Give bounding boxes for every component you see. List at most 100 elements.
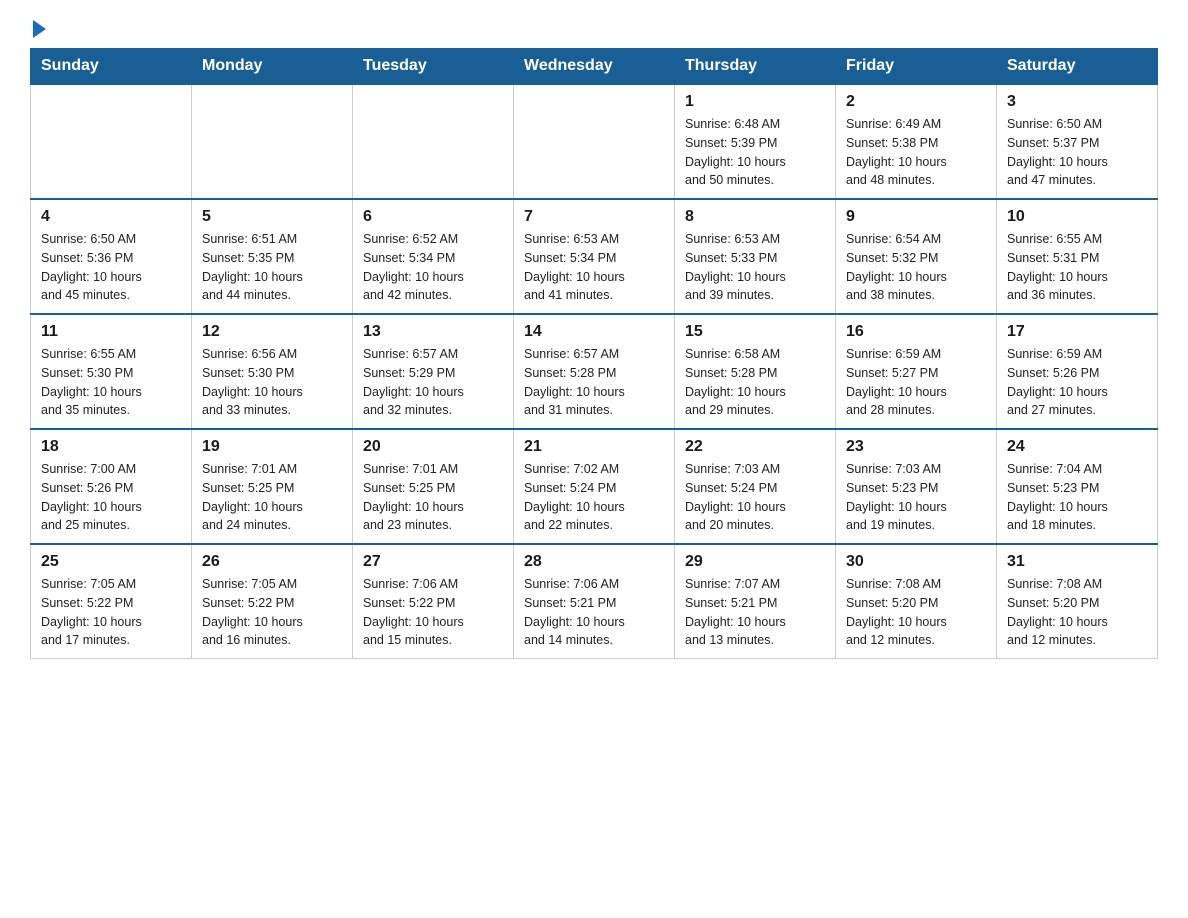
day-number: 12 <box>202 323 342 341</box>
calendar-cell: 21 Sunrise: 7:02 AM Sunset: 5:24 PM Dayli… <box>514 429 675 544</box>
day-number: 11 <box>41 323 181 341</box>
day-info: Sunrise: 7:01 AM Sunset: 5:25 PM Dayligh… <box>202 460 342 535</box>
day-info: Sunrise: 6:57 AM Sunset: 5:29 PM Dayligh… <box>363 345 503 420</box>
day-info: Sunrise: 6:57 AM Sunset: 5:28 PM Dayligh… <box>524 345 664 420</box>
day-number: 22 <box>685 438 825 456</box>
calendar-cell: 12 Sunrise: 6:56 AM Sunset: 5:30 PM Dayli… <box>192 314 353 429</box>
calendar-cell <box>353 84 514 199</box>
calendar-cell: 19 Sunrise: 7:01 AM Sunset: 5:25 PM Dayli… <box>192 429 353 544</box>
calendar-cell: 11 Sunrise: 6:55 AM Sunset: 5:30 PM Dayli… <box>31 314 192 429</box>
week-row-1: 1Sunrise: 6:48 AM Sunset: 5:39 PM Daylig… <box>31 84 1158 199</box>
day-number: 4 <box>41 208 181 226</box>
day-number: 14 <box>524 323 664 341</box>
day-number: 30 <box>846 553 986 571</box>
page-header <box>30 20 1158 38</box>
calendar-cell: 27 Sunrise: 7:06 AM Sunset: 5:22 PM Dayli… <box>353 544 514 659</box>
day-info: Sunrise: 6:51 AM Sunset: 5:35 PM Dayligh… <box>202 230 342 305</box>
day-info: Sunrise: 6:50 AM Sunset: 5:36 PM Dayligh… <box>41 230 181 305</box>
calendar-cell <box>514 84 675 199</box>
weekday-header-friday: Friday <box>836 49 997 85</box>
calendar-cell: 8 Sunrise: 6:53 AM Sunset: 5:33 PM Daylig… <box>675 199 836 314</box>
day-info: Sunrise: 6:49 AM Sunset: 5:38 PM Dayligh… <box>846 115 986 190</box>
day-number: 5 <box>202 208 342 226</box>
logo-triangle-icon <box>33 20 46 38</box>
calendar-cell: 5 Sunrise: 6:51 AM Sunset: 5:35 PM Daylig… <box>192 199 353 314</box>
week-row-2: 4 Sunrise: 6:50 AM Sunset: 5:36 PM Daylig… <box>31 199 1158 314</box>
day-info: Sunrise: 7:05 AM Sunset: 5:22 PM Dayligh… <box>202 575 342 650</box>
day-number: 20 <box>363 438 503 456</box>
weekday-header-tuesday: Tuesday <box>353 49 514 85</box>
day-number: 29 <box>685 553 825 571</box>
day-number: 21 <box>524 438 664 456</box>
weekday-header-wednesday: Wednesday <box>514 49 675 85</box>
day-info: Sunrise: 6:59 AM Sunset: 5:27 PM Dayligh… <box>846 345 986 420</box>
day-number: 18 <box>41 438 181 456</box>
calendar-cell: 16 Sunrise: 6:59 AM Sunset: 5:27 PM Dayli… <box>836 314 997 429</box>
day-info: Sunrise: 6:55 AM Sunset: 5:30 PM Dayligh… <box>41 345 181 420</box>
day-info: Sunrise: 6:50 AM Sunset: 5:37 PM Dayligh… <box>1007 115 1147 190</box>
day-number: 27 <box>363 553 503 571</box>
weekday-header-thursday: Thursday <box>675 49 836 85</box>
day-info: Sunrise: 6:59 AM Sunset: 5:26 PM Dayligh… <box>1007 345 1147 420</box>
calendar-cell: 29 Sunrise: 7:07 AM Sunset: 5:21 PM Dayli… <box>675 544 836 659</box>
calendar-cell: 23 Sunrise: 7:03 AM Sunset: 5:23 PM Dayli… <box>836 429 997 544</box>
day-number: 28 <box>524 553 664 571</box>
day-info: Sunrise: 6:55 AM Sunset: 5:31 PM Dayligh… <box>1007 230 1147 305</box>
day-number: 25 <box>41 553 181 571</box>
day-info: Sunrise: 7:03 AM Sunset: 5:23 PM Dayligh… <box>846 460 986 535</box>
calendar-cell: 3Sunrise: 6:50 AM Sunset: 5:37 PM Daylig… <box>997 84 1158 199</box>
day-info: Sunrise: 7:05 AM Sunset: 5:22 PM Dayligh… <box>41 575 181 650</box>
calendar-cell: 4 Sunrise: 6:50 AM Sunset: 5:36 PM Daylig… <box>31 199 192 314</box>
day-info: Sunrise: 6:54 AM Sunset: 5:32 PM Dayligh… <box>846 230 986 305</box>
day-info: Sunrise: 6:56 AM Sunset: 5:30 PM Dayligh… <box>202 345 342 420</box>
calendar-cell: 18 Sunrise: 7:00 AM Sunset: 5:26 PM Dayli… <box>31 429 192 544</box>
calendar-cell: 10Sunrise: 6:55 AM Sunset: 5:31 PM Dayli… <box>997 199 1158 314</box>
day-info: Sunrise: 7:04 AM Sunset: 5:23 PM Dayligh… <box>1007 460 1147 535</box>
calendar-cell: 24 Sunrise: 7:04 AM Sunset: 5:23 PM Dayli… <box>997 429 1158 544</box>
day-number: 8 <box>685 208 825 226</box>
calendar-cell: 25 Sunrise: 7:05 AM Sunset: 5:22 PM Dayli… <box>31 544 192 659</box>
calendar-cell: 6 Sunrise: 6:52 AM Sunset: 5:34 PM Daylig… <box>353 199 514 314</box>
day-info: Sunrise: 7:06 AM Sunset: 5:21 PM Dayligh… <box>524 575 664 650</box>
day-info: Sunrise: 6:53 AM Sunset: 5:34 PM Dayligh… <box>524 230 664 305</box>
week-row-4: 18 Sunrise: 7:00 AM Sunset: 5:26 PM Dayli… <box>31 429 1158 544</box>
calendar-cell: 22 Sunrise: 7:03 AM Sunset: 5:24 PM Dayli… <box>675 429 836 544</box>
day-info: Sunrise: 7:02 AM Sunset: 5:24 PM Dayligh… <box>524 460 664 535</box>
day-info: Sunrise: 7:06 AM Sunset: 5:22 PM Dayligh… <box>363 575 503 650</box>
calendar-cell: 30Sunrise: 7:08 AM Sunset: 5:20 PM Dayli… <box>836 544 997 659</box>
day-number: 7 <box>524 208 664 226</box>
day-number: 9 <box>846 208 986 226</box>
calendar-header-row: SundayMondayTuesdayWednesdayThursdayFrid… <box>31 49 1158 85</box>
week-row-3: 11 Sunrise: 6:55 AM Sunset: 5:30 PM Dayli… <box>31 314 1158 429</box>
day-info: Sunrise: 7:07 AM Sunset: 5:21 PM Dayligh… <box>685 575 825 650</box>
logo <box>30 20 46 38</box>
day-number: 2 <box>846 93 986 111</box>
calendar-cell: 1Sunrise: 6:48 AM Sunset: 5:39 PM Daylig… <box>675 84 836 199</box>
calendar-cell: 20 Sunrise: 7:01 AM Sunset: 5:25 PM Dayli… <box>353 429 514 544</box>
day-number: 16 <box>846 323 986 341</box>
day-number: 17 <box>1007 323 1147 341</box>
day-info: Sunrise: 7:08 AM Sunset: 5:20 PM Dayligh… <box>1007 575 1147 650</box>
day-number: 13 <box>363 323 503 341</box>
day-number: 24 <box>1007 438 1147 456</box>
day-number: 1 <box>685 93 825 111</box>
day-info: Sunrise: 7:00 AM Sunset: 5:26 PM Dayligh… <box>41 460 181 535</box>
week-row-5: 25 Sunrise: 7:05 AM Sunset: 5:22 PM Dayli… <box>31 544 1158 659</box>
day-info: Sunrise: 7:03 AM Sunset: 5:24 PM Dayligh… <box>685 460 825 535</box>
calendar-cell: 14 Sunrise: 6:57 AM Sunset: 5:28 PM Dayli… <box>514 314 675 429</box>
weekday-header-saturday: Saturday <box>997 49 1158 85</box>
calendar-cell: 31 Sunrise: 7:08 AM Sunset: 5:20 PM Dayli… <box>997 544 1158 659</box>
day-info: Sunrise: 6:52 AM Sunset: 5:34 PM Dayligh… <box>363 230 503 305</box>
day-info: Sunrise: 7:01 AM Sunset: 5:25 PM Dayligh… <box>363 460 503 535</box>
weekday-header-monday: Monday <box>192 49 353 85</box>
calendar-cell: 13 Sunrise: 6:57 AM Sunset: 5:29 PM Dayli… <box>353 314 514 429</box>
day-number: 19 <box>202 438 342 456</box>
day-number: 31 <box>1007 553 1147 571</box>
calendar-cell: 28 Sunrise: 7:06 AM Sunset: 5:21 PM Dayli… <box>514 544 675 659</box>
calendar-cell: 17 Sunrise: 6:59 AM Sunset: 5:26 PM Dayli… <box>997 314 1158 429</box>
day-number: 6 <box>363 208 503 226</box>
day-info: Sunrise: 6:58 AM Sunset: 5:28 PM Dayligh… <box>685 345 825 420</box>
day-info: Sunrise: 6:53 AM Sunset: 5:33 PM Dayligh… <box>685 230 825 305</box>
day-number: 23 <box>846 438 986 456</box>
calendar-cell: 9 Sunrise: 6:54 AM Sunset: 5:32 PM Daylig… <box>836 199 997 314</box>
